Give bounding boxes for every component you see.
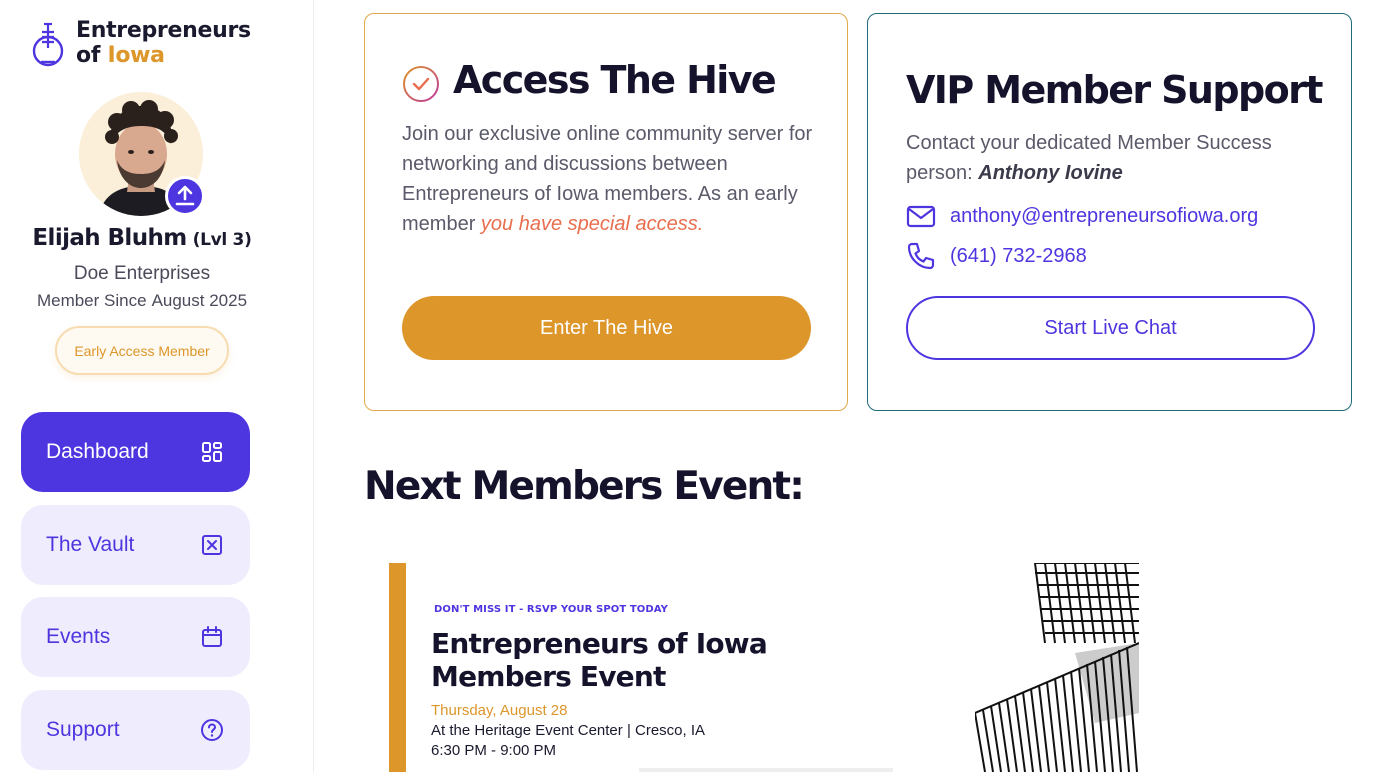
sidebar-item-events[interactable]: Events [21, 597, 250, 677]
enter-hive-button[interactable]: Enter The Hive [402, 296, 811, 360]
support-person-name: Anthony Iovine [978, 162, 1123, 184]
event-banner[interactable]: DON'T MISS IT - RSVP YOUR SPOT TODAY Ent… [389, 563, 1139, 772]
upload-photo-button[interactable] [165, 176, 205, 216]
event-kicker: DON'T MISS IT - RSVP YOUR SPOT TODAY [434, 604, 669, 615]
calendar-icon [202, 626, 222, 647]
sidebar-item-label: Support [46, 718, 120, 741]
member-since-label: Member Since [36, 291, 147, 310]
sidebar-item-dashboard[interactable]: Dashboard [21, 412, 250, 492]
phone-icon [907, 242, 935, 270]
event-title: Entrepreneurs of Iowa Members Event [431, 627, 768, 693]
upload-icon [175, 185, 195, 206]
event-banner-divider [639, 768, 893, 772]
vip-title: VIP Member Support [906, 68, 1323, 112]
early-access-badge: Early Access Member [55, 326, 229, 375]
user-name-text: Elijah Bluhm [32, 225, 187, 251]
brand-line2: of Iowa [76, 43, 251, 68]
sidebar: Entrepreneurs of Iowa Elijah Bluhm (Lvl … [0, 0, 314, 772]
hive-card: Access The Hive Join our exclusive onlin… [364, 13, 848, 411]
member-since: Member Since August 2025 [0, 291, 284, 311]
help-icon [201, 719, 223, 741]
building-illustration [975, 563, 1139, 772]
user-level: (Lvl 3) [192, 230, 252, 250]
user-name: Elijah Bluhm (Lvl 3) [0, 225, 284, 251]
event-time: 6:30 PM - 9:00 PM [431, 742, 557, 759]
brand-line2-accent: Iowa [107, 43, 165, 68]
check-circle-icon [403, 66, 439, 102]
next-event-heading: Next Members Event: [364, 464, 805, 509]
hive-special-access: you have special access. [480, 213, 704, 235]
sidebar-item-vault[interactable]: The Vault [21, 505, 250, 585]
support-email[interactable]: anthony@entrepreneursofiowa.org [950, 205, 1258, 228]
member-since-date: August 2025 [151, 291, 248, 310]
vip-description: Contact your dedicated Member Success pe… [906, 128, 1326, 188]
sidebar-item-label: Dashboard [46, 440, 149, 463]
user-company: Doe Enterprises [73, 263, 211, 284]
event-date: Thursday, August 28 [431, 702, 568, 719]
email-contact[interactable]: anthony@entrepreneursofiowa.org [906, 201, 1258, 231]
brand-logo[interactable]: Entrepreneurs of Iowa [30, 18, 251, 72]
support-phone[interactable]: (641) 732-2968 [950, 245, 1087, 268]
event-location: At the Heritage Event Center | Cresco, I… [431, 722, 706, 739]
sidebar-item-label: Events [46, 625, 111, 648]
sidebar-item-support[interactable]: Support [21, 690, 250, 770]
vault-icon [202, 535, 222, 555]
phone-contact[interactable]: (641) 732-2968 [906, 241, 1087, 271]
grid-icon [202, 442, 222, 462]
mail-icon [906, 205, 936, 228]
profile-avatar-wrap [79, 92, 205, 218]
start-live-chat-button[interactable]: Start Live Chat [906, 296, 1315, 360]
vip-support-card: VIP Member Support Contact your dedicate… [867, 13, 1352, 411]
lightbulb-icon [32, 22, 64, 67]
hive-description: Join our exclusive online community serv… [402, 119, 822, 239]
event-accent-stripe [389, 563, 406, 772]
brand-line1: Entrepreneurs [76, 18, 251, 43]
sidebar-item-label: The Vault [46, 533, 135, 556]
brand-line2-prefix: of [76, 43, 108, 68]
hive-title: Access The Hive [453, 58, 777, 102]
brand-name: Entrepreneurs of Iowa [76, 18, 251, 68]
